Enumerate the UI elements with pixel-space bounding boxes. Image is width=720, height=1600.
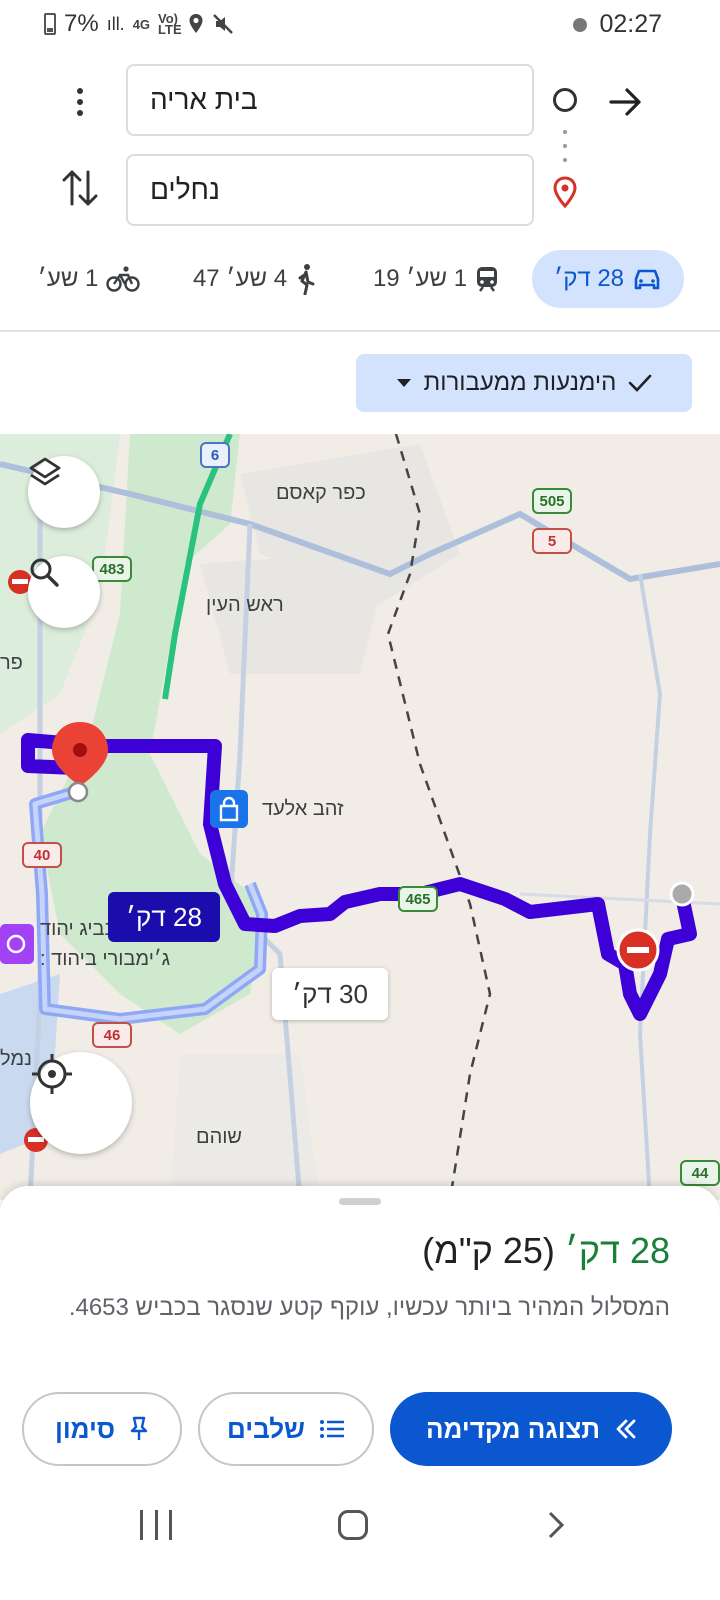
map-search-button[interactable] xyxy=(28,556,100,628)
dropdown-arrow-icon xyxy=(396,379,411,387)
avoid-ferries-chip[interactable]: הימנעות ממעבורות xyxy=(356,354,692,412)
back-chevron-icon[interactable] xyxy=(540,1510,570,1540)
home-button[interactable] xyxy=(338,1510,368,1540)
preview-button[interactable]: תצוגה מקדימה xyxy=(390,1392,672,1466)
road-shield-46: 46 xyxy=(92,1022,132,1048)
my-location-button[interactable] xyxy=(30,1052,132,1154)
recent-apps-button[interactable] xyxy=(140,1510,172,1540)
mode-walk[interactable]: 4 שע׳ 47 xyxy=(180,250,330,308)
mode-drive[interactable]: 28 דק׳ xyxy=(532,250,684,308)
volte-indicator: Vo) LTE xyxy=(158,11,182,37)
destination-field[interactable]: נחלים xyxy=(126,154,534,226)
road-shield-44: 44 xyxy=(680,1160,720,1186)
map-label-kafr-qasim: כפר קאסם xyxy=(276,482,366,504)
dot xyxy=(77,110,83,116)
location-icon xyxy=(189,14,203,33)
swap-icon[interactable] xyxy=(60,166,100,210)
mode-transit-time: 1 שע׳ 19 xyxy=(372,265,468,292)
mode-bike-time: 1 שע׳ xyxy=(37,265,99,292)
pin-button[interactable]: סימון xyxy=(22,1392,182,1466)
system-nav-bar xyxy=(0,1490,720,1600)
signal-icon: ıll. xyxy=(106,13,125,34)
status-bar: 7% ıll. 4G Vo) LTE 02:27 xyxy=(0,0,720,48)
map-label-shoham: שוהם xyxy=(196,1126,243,1148)
mode-walk-time: 4 שע׳ 47 xyxy=(192,265,288,292)
layers-icon xyxy=(29,457,61,486)
check-icon xyxy=(629,374,652,392)
sheet-drag-handle[interactable] xyxy=(339,1198,381,1205)
battery-icon xyxy=(44,13,56,35)
walk-icon xyxy=(298,264,315,295)
list-icon xyxy=(320,1420,344,1438)
road xyxy=(637,573,663,1200)
crosshair-icon xyxy=(32,1054,72,1094)
network-type: 4G xyxy=(132,16,151,32)
mode-transit[interactable]: 1 שע׳ 19 xyxy=(366,250,506,308)
clock: 02:27 xyxy=(599,10,662,38)
route-description: המסלול המהיר ביותר עכשיו, עוקף קטע שנסגר… xyxy=(68,1294,670,1321)
map-label-rosh-haayin: ראש העין xyxy=(206,594,284,616)
road-closure-bar xyxy=(28,1137,44,1142)
road-shield-5: 5 xyxy=(532,528,572,554)
route-time: 28 דק׳ xyxy=(564,1230,670,1271)
road-closure-bar xyxy=(627,947,649,953)
pin-label: סימון xyxy=(54,1413,116,1444)
divider xyxy=(0,330,720,332)
dot xyxy=(77,88,83,94)
route-time-tag-main[interactable]: 28 דק׳ xyxy=(108,892,220,942)
mode-bike[interactable]: 1 שע׳ xyxy=(30,250,148,308)
road-shield-40: 40 xyxy=(22,842,62,868)
steps-label: שלבים xyxy=(227,1413,305,1444)
route-time-tag-alt[interactable]: 30 דק׳ xyxy=(272,968,388,1020)
map-label-zahav-elad: זהב אלעד xyxy=(262,798,344,820)
pin-icon xyxy=(130,1416,148,1440)
travel-modes: 28 דק׳ 1 שע׳ 19 4 שע׳ 47 1 שע׳ xyxy=(0,250,720,310)
mute-icon xyxy=(213,14,233,34)
mode-drive-time: 28 דק׳ xyxy=(553,265,625,292)
avoid-ferries-label: הימנעות ממעבורות xyxy=(423,369,617,396)
destination-point xyxy=(67,781,89,803)
shopping-icon xyxy=(210,790,248,828)
destination-pin-icon xyxy=(553,176,577,208)
battery-percent: 7% xyxy=(64,10,99,37)
destination-marker-center xyxy=(73,743,87,757)
origin-field[interactable]: בית אריה xyxy=(126,64,534,136)
notification-dot-icon xyxy=(573,17,588,32)
status-left: 7% ıll. 4G Vo) LTE xyxy=(44,10,234,38)
map-label-poi-1: בביג יהוד xyxy=(40,918,117,940)
search-icon xyxy=(30,558,59,587)
status-right: 02:27 xyxy=(573,10,662,39)
map-label-edge-1: פר xyxy=(0,652,23,674)
preview-label: תצוגה מקדימה xyxy=(425,1413,601,1444)
back-button[interactable] xyxy=(604,80,648,124)
steps-button[interactable]: שלבים xyxy=(198,1392,374,1466)
route-summary: 28 דק׳ (25 ק"מ) xyxy=(422,1230,670,1272)
map[interactable]: 6 483 505 5 465 40 46 44 כפר קאסם ראש הע… xyxy=(0,434,720,1200)
map-label-poi-2: ג׳ימבורי ביהוד : xyxy=(40,948,171,970)
map-label-edge-2: נמל xyxy=(0,1048,32,1070)
road-shield-6: 6 xyxy=(200,442,230,468)
play-place-icon xyxy=(0,924,34,964)
road-shield-505: 505 xyxy=(532,488,572,514)
road-shield-483: 483 xyxy=(92,556,132,582)
dot xyxy=(77,99,83,105)
route-distance: (25 ק"מ) xyxy=(422,1230,555,1271)
bike-icon xyxy=(106,266,141,292)
car-icon xyxy=(634,269,660,290)
double-chevron-icon xyxy=(616,1419,636,1439)
route-dots-connector xyxy=(563,130,567,162)
arrow-right-icon xyxy=(609,88,641,116)
more-options-button[interactable] xyxy=(62,82,98,122)
train-icon xyxy=(477,267,498,292)
road-shield-465: 465 xyxy=(398,886,438,912)
origin-circle-icon xyxy=(553,88,577,112)
layers-button[interactable] xyxy=(28,456,100,528)
road-closure-bar xyxy=(12,579,28,584)
origin-dot xyxy=(669,881,695,907)
